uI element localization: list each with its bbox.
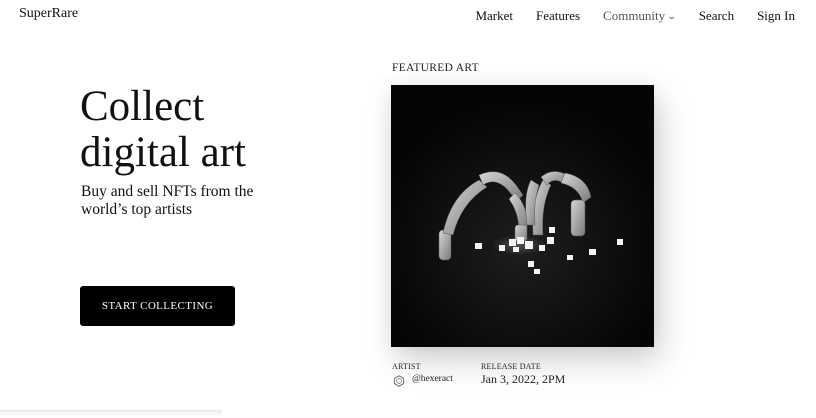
hero-title-line-2: digital art [80,129,246,176]
artist-label: ARTIST [392,362,421,371]
logo[interactable]: SuperRare [19,6,78,22]
bottom-divider [0,410,222,418]
hexagon-avatar-icon [393,375,405,387]
nav-sign-in[interactable]: Sign In [757,8,795,24]
release-date-label: RELEASE DATE [481,362,541,371]
chevron-down-icon: ⌄ [667,11,677,21]
hero-title: Collect digital art [80,84,246,176]
nav-features[interactable]: Features [536,8,580,24]
main-nav: Market Features Community ⌄ Search Sign I… [452,8,795,24]
start-collecting-button[interactable]: START COLLECTING [80,286,235,326]
hero-subtitle: Buy and sell NFTs from the world’s top a… [81,183,254,218]
artist-name[interactable]: @hexeract [412,374,453,384]
nav-market[interactable]: Market [475,8,513,24]
nav-community-label: Community [603,8,666,23]
featured-artwork[interactable] [391,85,654,347]
featured-art-label: FEATURED ART [392,62,479,74]
release-date: Jan 3, 2022, 2PM [481,372,566,386]
nav-search[interactable]: Search [699,8,734,24]
nav-community[interactable]: Community ⌄ [603,8,677,24]
hero-title-line-1: Collect [80,83,205,130]
